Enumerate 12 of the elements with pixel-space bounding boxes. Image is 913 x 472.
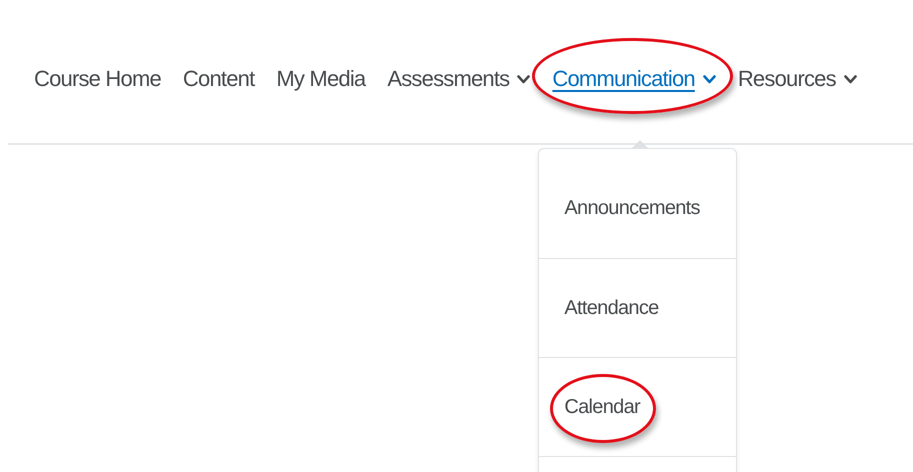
- nav-link[interactable]: Assessments: [387, 64, 530, 94]
- nav-link[interactable]: Content: [182, 64, 254, 94]
- menu-item[interactable]: Announcements: [564, 197, 700, 220]
- menu-item[interactable]: Calendar: [550, 374, 656, 442]
- nav-link[interactable]: Resources: [738, 64, 857, 94]
- nav-link[interactable]: My Media: [276, 64, 366, 94]
- nav-link[interactable]: Communication: [532, 38, 733, 114]
- chevron-down-icon: [517, 74, 530, 84]
- chevron-down-icon: [844, 74, 857, 84]
- nav-link[interactable]: Course Home: [34, 64, 161, 94]
- menu-item[interactable]: Attendance: [564, 296, 659, 320]
- chevron-down-icon: [702, 74, 716, 84]
